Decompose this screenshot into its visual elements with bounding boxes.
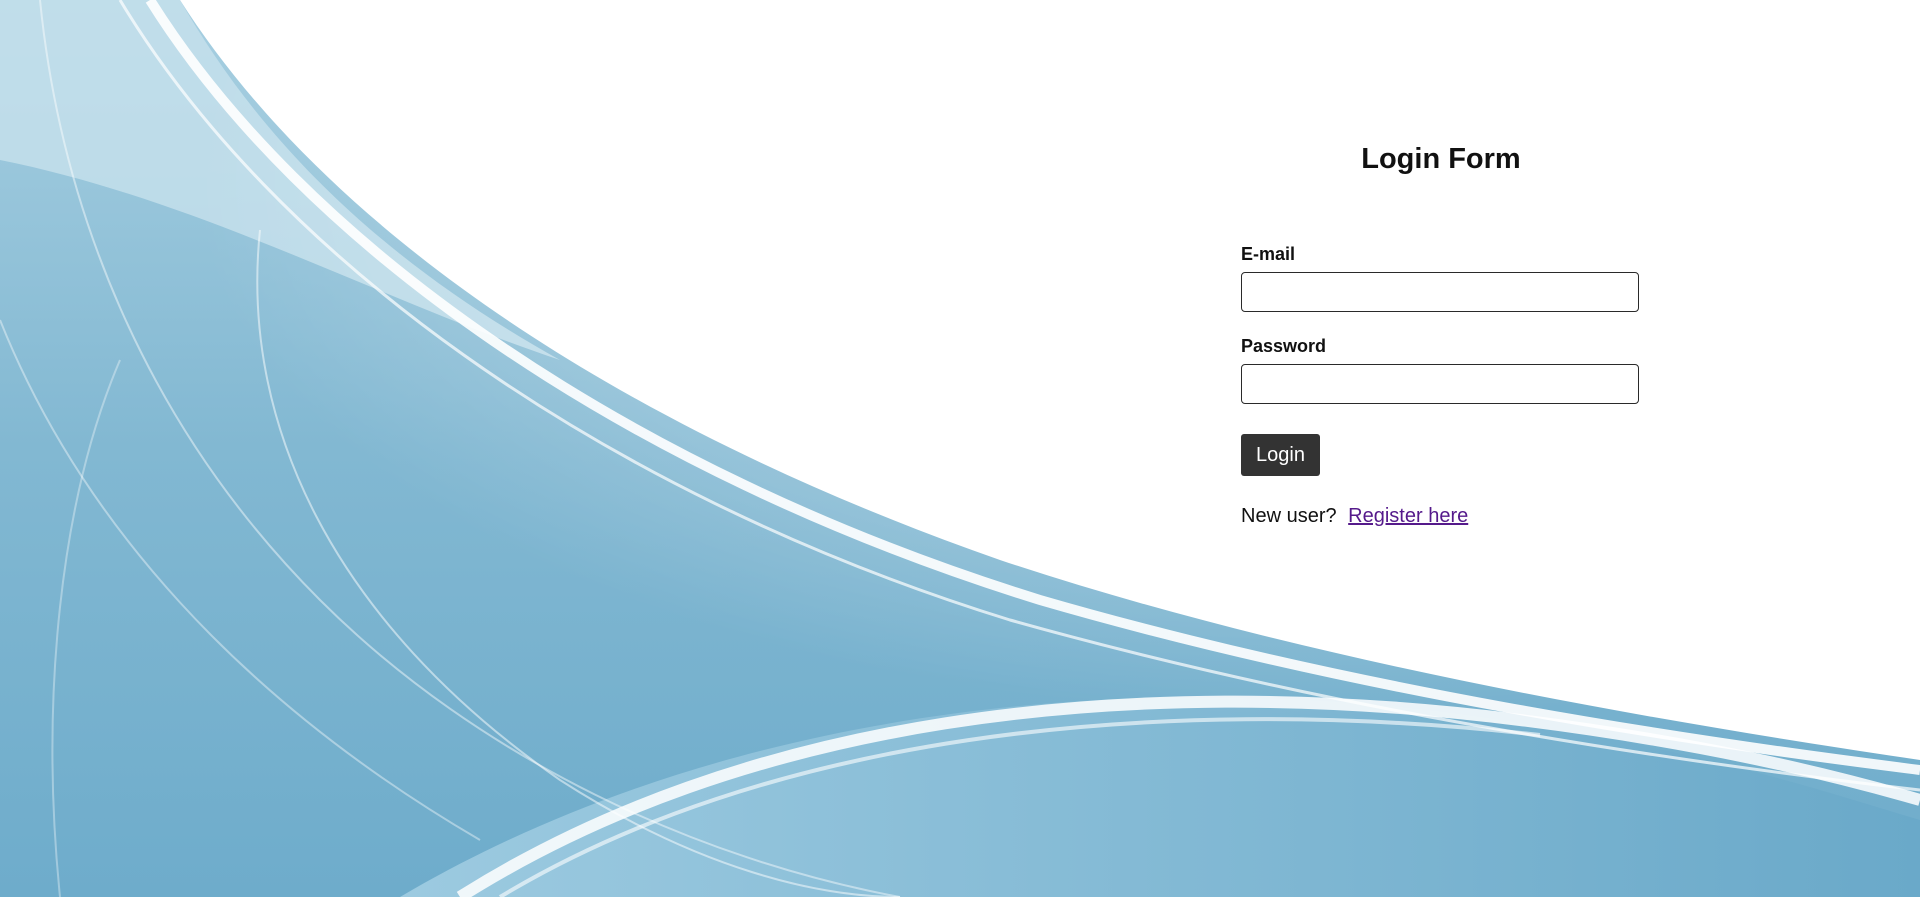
password-input[interactable] — [1241, 364, 1639, 404]
email-label: E-mail — [1241, 244, 1296, 264]
password-label: Password — [1241, 336, 1327, 356]
new-user-text: New user? — [1241, 505, 1337, 527]
login-form: Login Form E-mail Password Login New use… — [1241, 130, 1641, 528]
form-title: Login Form — [1361, 143, 1521, 175]
login-button[interactable]: Login — [1241, 434, 1320, 476]
register-row: New user? Register here — [1241, 504, 1641, 528]
login-page: Login Form E-mail Password Login New use… — [0, 0, 1920, 897]
register-link[interactable]: Register here — [1348, 505, 1468, 527]
email-input[interactable] — [1241, 272, 1639, 312]
